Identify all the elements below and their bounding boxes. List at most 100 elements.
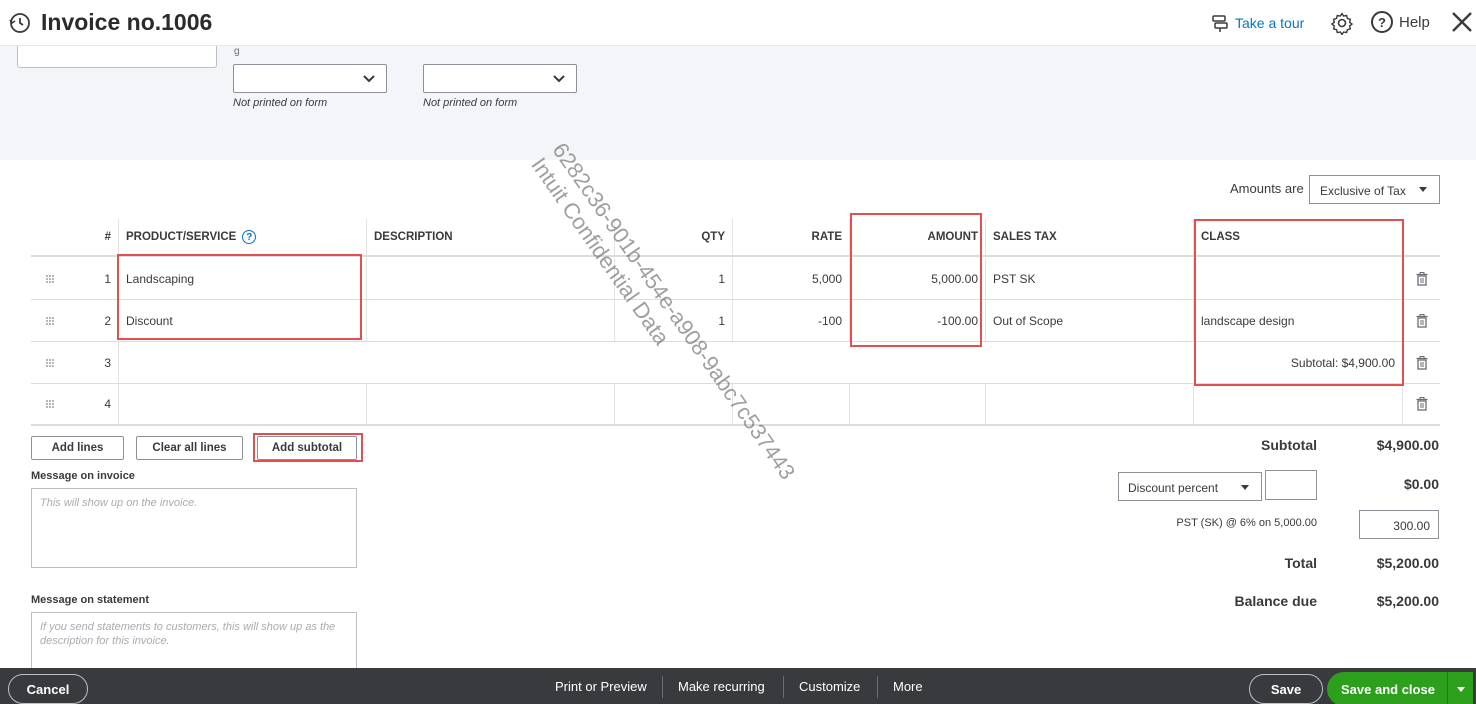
class-cell[interactable]: [1194, 258, 1403, 299]
pst-tax-label: PST (SK) @ 6% on 5,000.00: [1176, 517, 1317, 529]
column-header-description: DESCRIPTION: [367, 219, 615, 255]
product-cell[interactable]: Landscaping: [119, 258, 367, 299]
column-header-amount: AMOUNT: [850, 219, 986, 255]
total-label: Total: [1284, 555, 1317, 571]
footer-divider: [662, 676, 663, 698]
amounts-are-label: Amounts are: [1230, 181, 1304, 196]
save-options-toggle[interactable]: [1447, 672, 1473, 704]
subtotal-line-cell: Subtotal: $4,900.00: [1194, 342, 1403, 383]
subtotal-label: Subtotal: [1261, 437, 1317, 453]
column-header-qty: QTY: [615, 219, 733, 255]
drag-handle-icon[interactable]: [31, 258, 68, 299]
invoice-page: Invoice no.1006 Take a tour ? Help g Not…: [0, 0, 1476, 704]
class-cell[interactable]: landscape design: [1194, 300, 1403, 341]
message-on-invoice-label: Message on invoice: [31, 470, 135, 482]
more-button[interactable]: More: [893, 668, 923, 704]
drag-handle-icon[interactable]: [31, 384, 68, 424]
row-number: 2: [68, 300, 119, 341]
gear-icon[interactable]: [1330, 11, 1354, 35]
discount-percent-input[interactable]: [1265, 470, 1317, 500]
table-row[interactable]: 4: [31, 384, 1440, 426]
take-tour-link[interactable]: Take a tour: [1211, 12, 1304, 34]
amounts-are-value: Exclusive of Tax: [1320, 184, 1406, 198]
take-tour-label: Take a tour: [1235, 15, 1305, 31]
amount-cell[interactable]: 5,000.00: [850, 258, 986, 299]
row-number: 4: [68, 384, 119, 424]
class-cell[interactable]: [1194, 384, 1403, 424]
close-icon[interactable]: [1449, 9, 1475, 35]
table-row[interactable]: 2 Discount 1 -100 -100.00 Out of Scope l…: [31, 300, 1440, 342]
pst-tax-input[interactable]: 300.00: [1359, 510, 1439, 539]
message-on-invoice-input[interactable]: This will show up on the invoice.: [31, 488, 357, 568]
qty-cell[interactable]: 1: [615, 300, 733, 341]
add-subtotal-button[interactable]: Add subtotal: [257, 436, 357, 460]
description-cell[interactable]: [367, 300, 615, 341]
caret-down-icon: [1241, 485, 1249, 490]
save-button[interactable]: Save: [1249, 674, 1323, 704]
table-header-row: # PRODUCT/SERVICE ? DESCRIPTION QTY RATE…: [31, 219, 1440, 257]
table-row[interactable]: 1 Landscaping 1 5,000 5,000.00 PST SK: [31, 258, 1440, 300]
trash-icon[interactable]: [1403, 384, 1440, 424]
chevron-down-icon: [363, 75, 375, 83]
trash-icon[interactable]: [1403, 300, 1440, 341]
amount-cell[interactable]: -100.00: [850, 300, 986, 341]
customer-field[interactable]: [17, 46, 217, 68]
page-title: Invoice no.1006: [41, 9, 213, 35]
discount-type-select[interactable]: Discount percent: [1118, 472, 1262, 501]
rate-cell[interactable]: 5,000: [733, 258, 850, 299]
clear-all-lines-button[interactable]: Clear all lines: [136, 436, 243, 460]
discount-value: $0.00: [1403, 476, 1439, 492]
column-header-rate: RATE: [733, 219, 850, 255]
footer-divider: [783, 676, 784, 698]
not-printed-note-1: Not printed on form: [233, 97, 328, 109]
footer-bar: Cancel Print or Preview Make recurring C…: [0, 668, 1476, 704]
row-number: 1: [68, 258, 119, 299]
invoice-details-band: [0, 46, 1476, 160]
message-on-statement-input[interactable]: If you send statements to customers, thi…: [31, 612, 357, 670]
add-lines-button[interactable]: Add lines: [31, 436, 124, 460]
print-preview-button[interactable]: Print or Preview: [555, 668, 647, 704]
custom-field-dropdown-2[interactable]: [423, 64, 577, 93]
discount-type-value: Discount percent: [1128, 481, 1219, 495]
product-cell[interactable]: Discount: [119, 300, 367, 341]
product-cell[interactable]: [119, 384, 367, 424]
make-recurring-button[interactable]: Make recurring: [678, 668, 765, 704]
customize-button[interactable]: Customize: [799, 668, 860, 704]
sales-tax-cell[interactable]: [986, 384, 1194, 424]
column-header-class: CLASS: [1194, 219, 1403, 255]
subtotal-row-span: [119, 342, 1194, 383]
question-icon: ?: [1371, 11, 1393, 33]
field-label-fragment: g: [234, 46, 240, 57]
rate-cell[interactable]: [733, 384, 850, 424]
trash-icon[interactable]: [1403, 342, 1440, 383]
help-question-icon[interactable]: ?: [242, 230, 257, 244]
sales-tax-cell[interactable]: Out of Scope: [986, 300, 1194, 341]
column-header-sales-tax: SALES TAX: [986, 219, 1194, 255]
balance-due-label: Balance due: [1234, 593, 1317, 609]
trash-icon[interactable]: [1403, 258, 1440, 299]
drag-handle-icon[interactable]: [31, 342, 68, 383]
invoice-header: Invoice no.1006 Take a tour ? Help: [0, 0, 1476, 46]
rate-cell[interactable]: -100: [733, 300, 850, 341]
amount-cell[interactable]: [850, 384, 986, 424]
qty-cell[interactable]: 1: [615, 258, 733, 299]
cancel-button[interactable]: Cancel: [8, 674, 88, 704]
save-and-close-button[interactable]: Save and close: [1327, 672, 1473, 704]
save-and-close-label: Save and close: [1341, 681, 1435, 697]
description-cell[interactable]: [367, 384, 615, 424]
sales-tax-cell[interactable]: PST SK: [986, 258, 1194, 299]
total-value: $5,200.00: [1376, 555, 1439, 571]
qty-cell[interactable]: [615, 384, 733, 424]
footer-divider: [877, 676, 878, 698]
table-row[interactable]: 3 Subtotal: $4,900.00: [31, 342, 1440, 384]
description-cell[interactable]: [367, 258, 615, 299]
amounts-are-select[interactable]: Exclusive of Tax: [1309, 175, 1440, 204]
caret-down-icon: [1419, 187, 1427, 192]
column-header-product: PRODUCT/SERVICE ?: [119, 219, 367, 255]
custom-field-dropdown-1[interactable]: [233, 64, 387, 93]
help-button[interactable]: ? Help: [1371, 11, 1430, 33]
drag-handle-icon[interactable]: [31, 300, 68, 341]
column-header-number: #: [68, 219, 119, 255]
signpost-icon: [1212, 15, 1228, 32]
recent-history-icon[interactable]: [8, 11, 32, 35]
